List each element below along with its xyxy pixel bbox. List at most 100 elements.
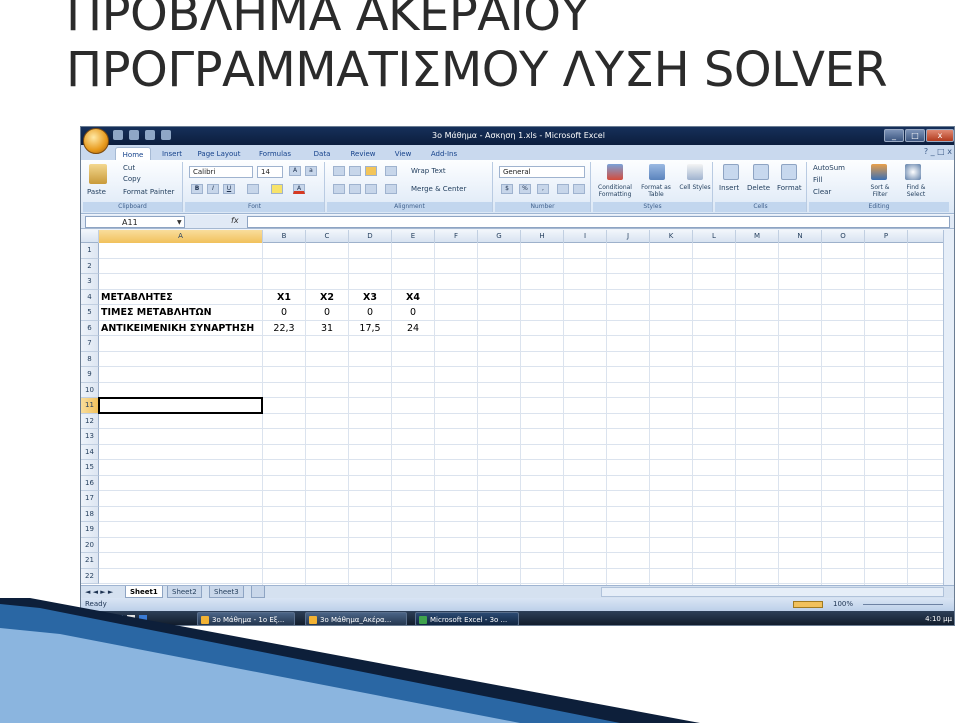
delete-button[interactable]: Delete [747,184,770,192]
format-icon[interactable] [781,164,797,180]
column-header-k[interactable]: K [650,230,693,243]
cell-d5[interactable]: 0 [349,305,391,320]
row-header-16[interactable]: 16 [81,475,99,491]
paste-icon[interactable] [89,164,107,184]
cell-a4[interactable]: ΜΕΤΑΒΛΗΤΕΣ [101,290,173,305]
borders-icon[interactable] [247,184,259,194]
wrap-text-button[interactable]: Wrap Text [411,167,446,175]
column-header-i[interactable]: I [564,230,607,243]
cell-a6[interactable]: ΑΝΤΙΚΕΙΜΕΝΙΚΗ ΣΥΝΑΡΤΗΣΗ [101,321,254,336]
column-header-l[interactable]: L [693,230,736,243]
row-header-22[interactable]: 22 [81,568,99,584]
row-header-7[interactable]: 7 [81,336,99,352]
row-header-19[interactable]: 19 [81,522,99,538]
cell-c5[interactable]: 0 [306,305,348,320]
sort-filter-icon[interactable] [871,164,887,180]
cell-b5[interactable]: 0 [263,305,305,320]
column-header-d[interactable]: D [349,230,392,243]
sheet-tab-3[interactable]: Sheet3 [209,586,244,598]
orientation-icon[interactable] [385,166,397,176]
cell-styles-button[interactable]: Cell Styles [679,184,711,191]
column-header-j[interactable]: J [607,230,650,243]
chevron-down-icon[interactable]: ▼ [177,219,182,226]
save-icon[interactable] [113,130,123,140]
tab-review[interactable]: Review [345,147,381,161]
fill-button[interactable]: Fill [813,176,822,184]
sheet-tab-1[interactable]: Sheet1 [125,586,163,598]
redo-icon[interactable] [145,130,155,140]
worksheet-grid[interactable]: ABCDEFGHIJKLMNOP 1 2 3 4 5 6 7 8 9 10 11 12 13 14 15 16… [81,230,943,585]
name-box[interactable]: A11 [85,216,185,228]
close-button[interactable]: x [926,129,954,142]
increase-decimal-icon[interactable] [557,184,569,194]
tab-insert[interactable]: Insert [157,147,187,161]
column-header-e[interactable]: E [392,230,435,243]
cell-a5[interactable]: ΤΙΜΕΣ ΜΕΤΑΒΛΗΤΩΝ [101,305,212,320]
column-header-o[interactable]: O [822,230,865,243]
format-button[interactable]: Format [777,184,802,192]
column-header-b[interactable]: B [263,230,306,243]
percent-icon[interactable]: % [519,184,531,194]
cell-d4[interactable]: X3 [349,290,391,305]
row-header-12[interactable]: 12 [81,413,99,429]
row-header-5[interactable]: 5 [81,305,99,321]
delete-icon[interactable] [753,164,769,180]
select-all-corner[interactable] [81,230,99,243]
row-header-15[interactable]: 15 [81,460,99,476]
conditional-formatting-icon[interactable] [607,164,623,180]
cell-d6[interactable]: 17,5 [349,321,391,336]
autosum-button[interactable]: AutoSum [813,164,845,172]
cell-c4[interactable]: X2 [306,290,348,305]
formula-input[interactable] [247,216,950,228]
align-middle-icon[interactable] [349,166,361,176]
print-icon[interactable] [161,130,171,140]
row-header-9[interactable]: 9 [81,367,99,383]
cell-e6[interactable]: 24 [392,321,434,336]
bold-button[interactable]: B [191,184,203,194]
row-header-10[interactable]: 10 [81,382,99,398]
copy-button[interactable]: Copy [123,175,141,183]
align-bottom-icon[interactable] [365,166,377,176]
vertical-scrollbar[interactable] [943,230,954,585]
insert-sheet-icon[interactable] [251,586,265,598]
align-top-icon[interactable] [333,166,345,176]
paste-button[interactable]: Paste [87,188,106,196]
row-header-18[interactable]: 18 [81,506,99,522]
insert-icon[interactable] [723,164,739,180]
column-header-f[interactable]: F [435,230,478,243]
cell-c6[interactable]: 31 [306,321,348,336]
row-header-11[interactable]: 11 [81,398,99,414]
decrease-decimal-icon[interactable] [573,184,585,194]
format-table-icon[interactable] [649,164,665,180]
tab-add-ins[interactable]: Add-Ins [425,147,463,161]
find-select-icon[interactable] [905,164,921,180]
font-name-select[interactable]: Calibri [189,166,253,178]
row-header-13[interactable]: 13 [81,429,99,445]
font-size-select[interactable]: 14 [257,166,283,178]
sort-filter-button[interactable]: Sort & Filter [863,184,897,198]
grow-font-icon[interactable]: A [289,166,301,176]
horizontal-scrollbar[interactable] [601,587,944,597]
cell-b4[interactable]: X1 [263,290,305,305]
currency-icon[interactable]: $ [501,184,513,194]
tab-data[interactable]: Data [309,147,335,161]
fx-icon[interactable]: fx [231,216,239,225]
row-header-2[interactable]: 2 [81,258,99,274]
conditional-formatting-button[interactable]: Conditional Formatting [595,184,635,198]
clear-button[interactable]: Clear [813,188,831,196]
align-left-icon[interactable] [333,184,345,194]
indent-icon[interactable] [385,184,397,194]
row-header-14[interactable]: 14 [81,444,99,460]
find-select-button[interactable]: Find & Select [899,184,933,198]
cell-e5[interactable]: 0 [392,305,434,320]
merge-center-button[interactable]: Merge & Center [411,185,466,193]
minimize-button[interactable]: _ [884,129,904,142]
sheet-tab-2[interactable]: Sheet2 [167,586,202,598]
column-header-g[interactable]: G [478,230,521,243]
align-center-icon[interactable] [349,184,361,194]
tab-home[interactable]: Home [115,147,151,161]
row-header-4[interactable]: 4 [81,289,99,305]
format-as-table-button[interactable]: Format as Table [637,184,675,198]
row-header-21[interactable]: 21 [81,553,99,569]
column-header-p[interactable]: P [865,230,908,243]
